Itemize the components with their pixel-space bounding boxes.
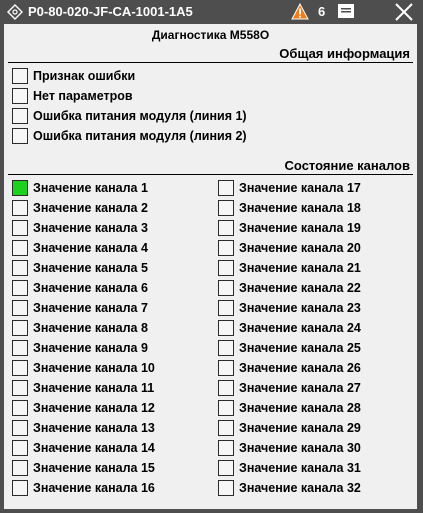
- checkbox-label: Значение канала 14: [33, 441, 155, 455]
- status-checkbox[interactable]: [218, 460, 234, 476]
- title-bar[interactable]: P0-80-020-JF-CA-1001-1A5 6: [0, 0, 423, 24]
- checkbox-label: Нет параметров: [33, 89, 133, 103]
- status-checkbox[interactable]: [12, 340, 28, 356]
- checkbox-label: Значение канала 2: [33, 201, 148, 215]
- checkbox-label: Признак ошибки: [33, 69, 136, 83]
- status-checkbox[interactable]: [218, 220, 234, 236]
- status-checkbox[interactable]: [218, 440, 234, 456]
- status-checkbox[interactable]: [12, 128, 28, 144]
- status-checkbox[interactable]: [12, 180, 28, 196]
- section-divider: [8, 174, 413, 175]
- status-checkbox[interactable]: [218, 420, 234, 436]
- section-divider: [8, 62, 413, 63]
- checkbox-label: Значение канала 4: [33, 241, 148, 255]
- checkbox-label: Ошибка питания модуля (линия 1): [33, 109, 247, 123]
- checkbox-label: Значение канала 5: [33, 261, 148, 275]
- checkbox-label: Значение канала 30: [239, 441, 361, 455]
- checkbox-label: Значение канала 29: [239, 421, 361, 435]
- status-checkbox[interactable]: [218, 300, 234, 316]
- checkbox-label: Значение канала 32: [239, 481, 361, 495]
- status-checkbox[interactable]: [218, 320, 234, 336]
- checkbox-label: Значение канала 1: [33, 181, 148, 195]
- diamond-icon: [7, 4, 23, 20]
- status-checkbox[interactable]: [218, 340, 234, 356]
- status-checkbox[interactable]: [12, 240, 28, 256]
- general-info-header: Общая информация: [279, 46, 410, 61]
- checkbox-label: Значение канала 16: [33, 481, 155, 495]
- checkbox-label: Значение канала 6: [33, 281, 148, 295]
- status-checkbox[interactable]: [12, 200, 28, 216]
- checkbox-label: Значение канала 21: [239, 261, 361, 275]
- checkbox-label: Значение канала 25: [239, 341, 361, 355]
- checkbox-label: Значение канала 15: [33, 461, 155, 475]
- status-checkbox[interactable]: [218, 360, 234, 376]
- diagnostics-title: Диагностика M558O: [151, 28, 270, 42]
- checkbox-label: Значение канала 7: [33, 301, 148, 315]
- warning-triangle-icon[interactable]: [291, 3, 309, 20]
- status-checkbox[interactable]: [218, 480, 234, 496]
- status-checkbox[interactable]: [218, 280, 234, 296]
- checkbox-label: Значение канала 12: [33, 401, 155, 415]
- checkbox-label: Значение канала 26: [239, 361, 361, 375]
- checkbox-label: Значение канала 28: [239, 401, 361, 415]
- status-checkbox[interactable]: [218, 260, 234, 276]
- channel-status-header: Состояние каналов: [284, 158, 410, 173]
- alarm-count: 6: [318, 4, 326, 19]
- checkbox-label: Значение канала 27: [239, 381, 361, 395]
- status-checkbox[interactable]: [12, 360, 28, 376]
- status-checkbox[interactable]: [218, 400, 234, 416]
- status-checkbox[interactable]: [12, 440, 28, 456]
- close-icon[interactable]: [395, 3, 413, 21]
- menu-icon[interactable]: [338, 4, 354, 18]
- diagnostics-window: P0-80-020-JF-CA-1001-1A5 6 Диагностика M…: [0, 0, 423, 513]
- checkbox-label: Значение канала 13: [33, 421, 155, 435]
- checkbox-label: Ошибка питания модуля (линия 2): [33, 129, 247, 143]
- checkbox-label: Значение канала 20: [239, 241, 361, 255]
- status-checkbox[interactable]: [218, 180, 234, 196]
- checkbox-label: Значение канала 18: [239, 201, 361, 215]
- status-checkbox[interactable]: [218, 200, 234, 216]
- window-title: P0-80-020-JF-CA-1001-1A5: [28, 4, 193, 19]
- status-checkbox[interactable]: [12, 300, 28, 316]
- checkbox-label: Значение канала 24: [239, 321, 361, 335]
- status-checkbox[interactable]: [12, 220, 28, 236]
- checkbox-label: Значение канала 31: [239, 461, 361, 475]
- checkbox-label: Значение канала 17: [239, 181, 361, 195]
- checkbox-label: Значение канала 9: [33, 341, 148, 355]
- status-checkbox[interactable]: [218, 380, 234, 396]
- status-checkbox[interactable]: [12, 108, 28, 124]
- diagnostics-panel: Диагностика M558O Общая информация Призн…: [4, 24, 417, 509]
- status-checkbox[interactable]: [12, 320, 28, 336]
- status-checkbox[interactable]: [12, 400, 28, 416]
- status-checkbox[interactable]: [12, 460, 28, 476]
- checkbox-label: Значение канала 19: [239, 221, 361, 235]
- status-checkbox[interactable]: [218, 240, 234, 256]
- checkbox-label: Значение канала 22: [239, 281, 361, 295]
- checkbox-label: Значение канала 10: [33, 361, 155, 375]
- checkbox-label: Значение канала 23: [239, 301, 361, 315]
- status-checkbox[interactable]: [12, 88, 28, 104]
- checkbox-label: Значение канала 11: [33, 381, 155, 395]
- status-checkbox[interactable]: [12, 260, 28, 276]
- checkbox-label: Значение канала 3: [33, 221, 148, 235]
- status-checkbox[interactable]: [12, 480, 28, 496]
- status-checkbox[interactable]: [12, 68, 28, 84]
- status-checkbox[interactable]: [12, 280, 28, 296]
- status-checkbox[interactable]: [12, 420, 28, 436]
- checkbox-label: Значение канала 8: [33, 321, 148, 335]
- status-checkbox[interactable]: [12, 380, 28, 396]
